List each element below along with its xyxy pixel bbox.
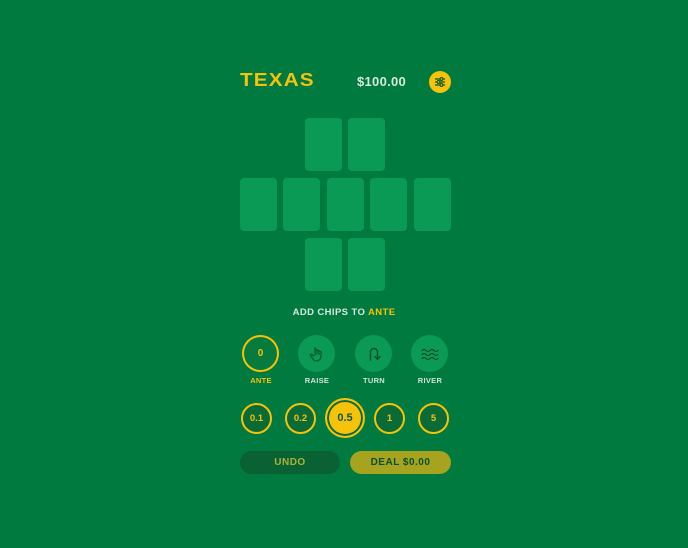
community-card-5 [414,178,451,231]
turn-spot[interactable] [355,335,392,372]
player-card-2 [348,238,385,291]
player-card-1 [305,238,342,291]
dealer-card-2 [348,118,385,171]
ante-spot[interactable]: 0 [242,335,279,372]
chip-0-1[interactable]: 0.1 [241,403,272,434]
chip-0-5[interactable]: 0.5 [325,398,365,438]
community-card-2 [283,178,320,231]
ante-label: ANTE [250,376,272,385]
dealer-card-1 [305,118,342,171]
ante-value: 0 [257,348,264,359]
community-card-1 [240,178,277,231]
waves-icon [420,348,439,360]
river-spot[interactable] [411,335,448,372]
chip-1[interactable]: 1 [374,403,405,434]
hand-pointer-icon [309,346,322,362]
instruction-text: ADD CHIPS TO ANTE [0,307,688,318]
instruction-target: ANTE [367,307,396,318]
raise-label: RAISE [304,376,330,385]
deal-button[interactable]: DEAL $0.00 [350,451,451,474]
turn-label: TURN [362,376,386,385]
chip-0-2[interactable]: 0.2 [285,403,316,434]
undo-button[interactable]: UNDO [240,451,340,474]
balance-amount: $100.00 [357,74,407,89]
river-label: RIVER [417,376,443,385]
community-card-4 [370,178,407,231]
instruction-prefix: ADD CHIPS TO [292,307,366,318]
u-turn-arrow-icon [369,347,381,361]
chip-5[interactable]: 5 [418,403,449,434]
settings-button[interactable] [429,71,451,93]
sliders-icon [434,77,446,87]
game-title: TEXAS [240,70,315,90]
community-card-3 [327,178,364,231]
raise-spot[interactable] [298,335,335,372]
